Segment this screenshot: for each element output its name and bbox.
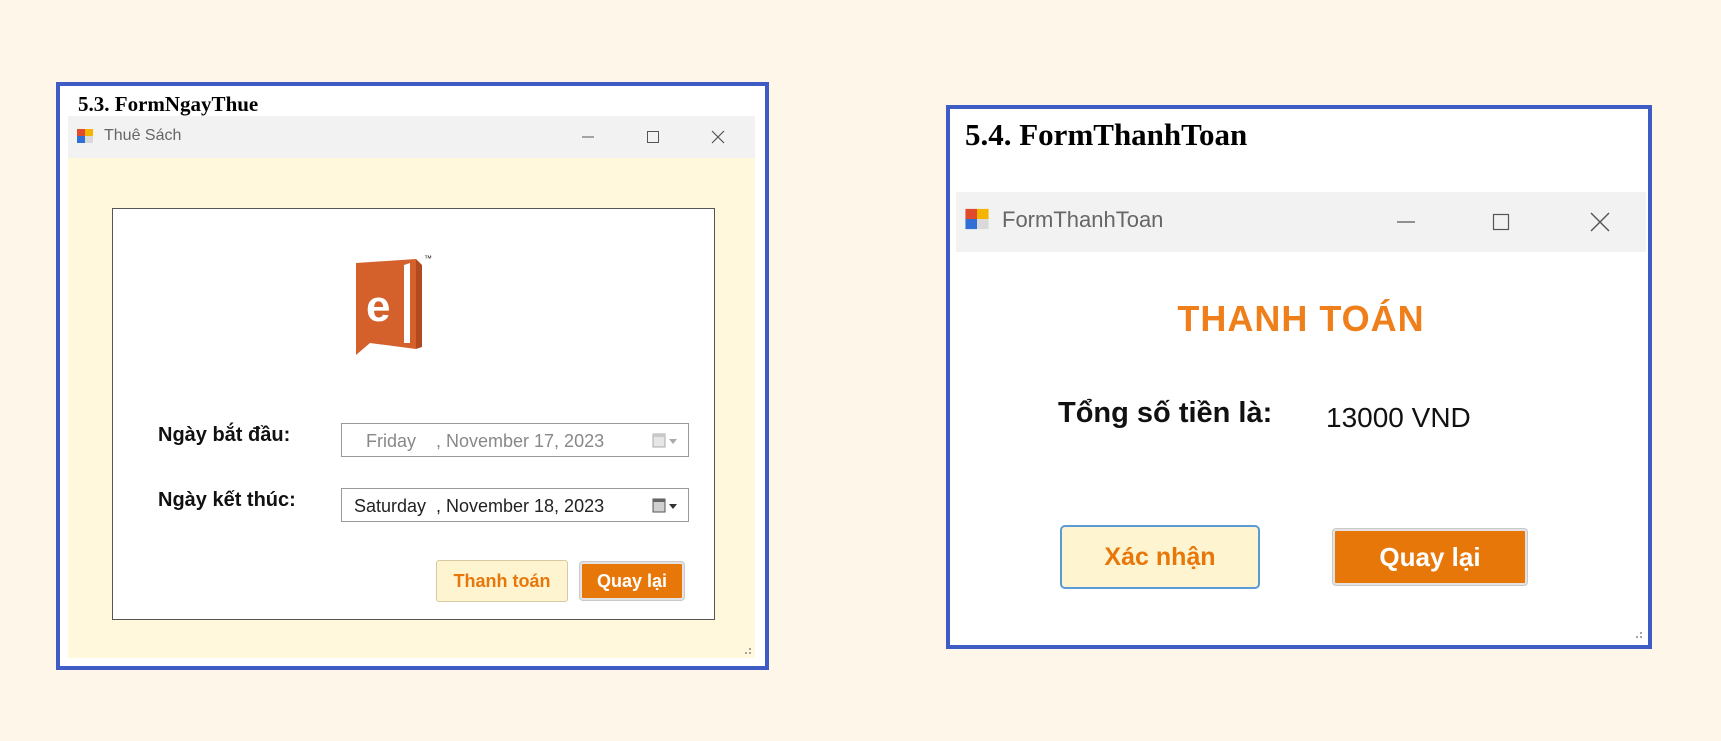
minimize-button[interactable]: [1380, 200, 1432, 244]
app-icon: [77, 129, 93, 143]
confirm-button[interactable]: Xác nhận: [1060, 525, 1260, 589]
back-button[interactable]: Quay lại: [1333, 529, 1527, 585]
end-date-day: Saturday: [354, 496, 427, 516]
close-button[interactable]: [1574, 200, 1626, 244]
ebook-logo-icon: e ™: [356, 254, 432, 355]
total-value: 13000 VND: [1326, 402, 1471, 433]
payment-heading: THANH TOÁN: [1177, 298, 1425, 339]
payment-window: FormThanhToan THANH TOÁN Tổng số tiền là…: [956, 192, 1646, 642]
close-icon: [1590, 212, 1610, 232]
maximize-button[interactable]: [1475, 200, 1527, 244]
start-date-label: Ngày bắt đầu:: [158, 424, 291, 446]
close-icon: [711, 130, 725, 144]
maximize-button[interactable]: [633, 120, 673, 154]
close-button[interactable]: [698, 120, 738, 154]
end-date-picker[interactable]: Saturday , November 18, 2023: [341, 488, 689, 522]
start-date-picker[interactable]: Friday , November 17, 2023: [341, 423, 689, 457]
trademark-mark: ™: [424, 254, 432, 263]
total-label: Tổng số tiền là:: [1058, 397, 1273, 429]
formthanhtoan-panel: 5.4. FormThanhToan FormThanhToan THANH T…: [946, 105, 1652, 649]
calendar-dropdown-icon[interactable]: [652, 497, 680, 515]
back-button[interactable]: Quay lại: [580, 562, 684, 600]
maximize-icon: [1492, 213, 1510, 231]
end-date-label: Ngày kết thúc:: [158, 489, 296, 511]
window-body: THANH TOÁN Tổng số tiền là: 13000 VND Xá…: [956, 252, 1646, 642]
formngaythue-panel: 5.3. FormNgayThue Thuê Sách e ™ Ngày bắt…: [56, 82, 769, 670]
start-date-day: Friday: [366, 431, 417, 451]
maximize-icon: [647, 131, 659, 143]
section-caption: 5.3. FormNgayThue: [78, 92, 259, 116]
window-title: Thuê Sách: [104, 127, 182, 144]
title-bar[interactable]: Thuê Sách: [68, 116, 755, 158]
app-icon: [965, 208, 989, 230]
calendar-dropdown-icon[interactable]: [652, 432, 680, 450]
title-bar[interactable]: FormThanhToan: [956, 192, 1646, 252]
svg-text:e: e: [366, 282, 390, 331]
window-body: e ™ Ngày bắt đầu: Friday , November 17, …: [68, 158, 755, 658]
window-title: FormThanhToan: [1002, 207, 1164, 232]
minimize-icon: [582, 136, 594, 138]
section-caption: 5.4. FormThanhToan: [965, 117, 1248, 152]
minimize-icon: [1397, 221, 1415, 223]
pay-button[interactable]: Thanh toán: [436, 560, 568, 602]
start-date-rest: , November 17, 2023: [436, 431, 605, 451]
rental-window: Thuê Sách e ™ Ngày bắt đầu: Friday , Nov…: [68, 116, 755, 658]
minimize-button[interactable]: [568, 120, 608, 154]
end-date-rest: , November 18, 2023: [436, 496, 605, 516]
resize-grip-icon[interactable]: [1631, 627, 1643, 639]
resize-grip-icon[interactable]: [740, 643, 752, 655]
rental-form-panel: e ™ Ngày bắt đầu: Friday , November 17, …: [112, 208, 715, 620]
